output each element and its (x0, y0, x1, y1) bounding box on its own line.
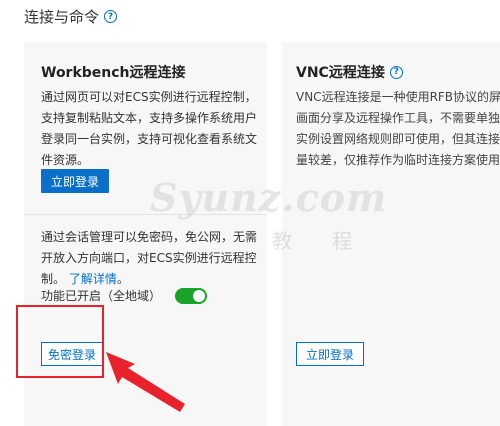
vnc-title-text: VNC远程连接 (296, 65, 385, 81)
learn-more-suffix: 。 (116, 272, 129, 286)
vnc-description: VNC远程连接是一种使用RFB协议的屏幕画面分享及远程操作工具，不需要单独为实例… (296, 90, 500, 167)
workbench-title: Workbench远程连接 (41, 65, 186, 81)
workbench-description: 通过网页可以对ECS实例进行远程控制，支持复制粘贴文本，支持多操作系统用户登录同… (41, 90, 258, 167)
section-title: 连接与命令 ? (24, 6, 118, 27)
feature-toggle-row: 功能已开启（全地域） (41, 287, 208, 304)
vnc-login-button[interactable]: 立即登录 (296, 342, 364, 366)
feature-toggle-switch[interactable] (175, 287, 208, 304)
section-title-text: 连接与命令 (24, 8, 100, 26)
annotation-highlight-box (16, 305, 104, 378)
session-management-description: 通过会话管理可以免密码，免公网，无需开放入方向端口，对ECS实例进行远程控制。 … (41, 227, 266, 290)
workbench-login-button[interactable]: 立即登录 (41, 169, 109, 193)
vnc-title: VNC远程连接 ? (296, 62, 403, 82)
card-divider (24, 214, 267, 215)
learn-more-link[interactable]: 了解详情 (69, 272, 117, 286)
question-circle-icon[interactable]: ? (389, 65, 403, 79)
vnc-card: VNC远程连接 ? VNC远程连接是一种使用RFB协议的屏幕画面分享及远程操作工… (282, 42, 500, 426)
question-circle-icon[interactable]: ? (104, 10, 118, 23)
toggle-label: 功能已开启（全地域） (41, 289, 162, 303)
